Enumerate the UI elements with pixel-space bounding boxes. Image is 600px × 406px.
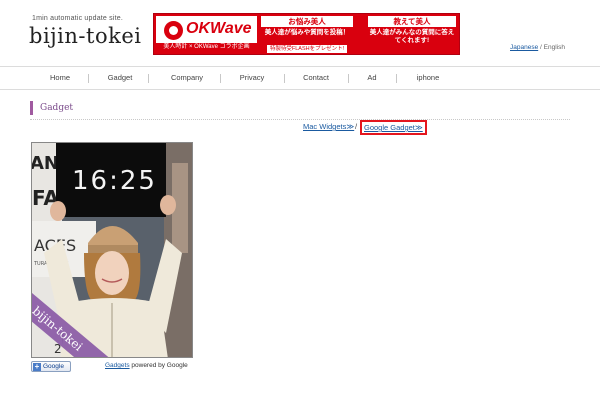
clock-time: 16:25 xyxy=(72,166,157,196)
nav-divider xyxy=(148,74,149,83)
nav-iphone[interactable]: iphone xyxy=(406,67,450,89)
add-to-google-label: Google xyxy=(43,363,64,370)
nav-divider xyxy=(348,74,349,83)
nav-divider xyxy=(88,74,89,83)
plus-icon: + xyxy=(33,362,41,371)
gadgets-link[interactable]: Gadgets xyxy=(105,362,130,369)
language-switch: Japanese / English xyxy=(510,44,565,51)
banner-onayami-tag: 特製待受FLASHをプレゼント! xyxy=(266,45,348,53)
nav-divider xyxy=(220,74,221,83)
lang-separator: / xyxy=(540,44,542,51)
add-to-google-button[interactable]: + Google xyxy=(31,361,71,372)
nav-privacy[interactable]: Privacy xyxy=(230,67,274,89)
nav-divider xyxy=(396,74,397,83)
site-logo[interactable]: bijin-tokei xyxy=(29,24,141,48)
gadget-photo-illustration: ANN FA ACES TURAL STORY 2F 16:25 bijin-t… xyxy=(32,143,192,357)
banner-oshiete[interactable]: 教えて美人 美人達がみんなの質問に答えてくれます! xyxy=(368,16,456,52)
nav-contact[interactable]: Contact xyxy=(294,67,338,89)
banner-oshiete-body: 美人達がみんなの質問に答えてくれます! xyxy=(369,29,455,44)
lang-english[interactable]: English xyxy=(544,44,565,51)
main-nav: Home Gadget Company Privacy Contact Ad i… xyxy=(0,66,600,90)
gadget-footer: + Google Gadgets powered by Google xyxy=(31,361,193,373)
nav-ad[interactable]: Ad xyxy=(360,67,384,89)
gadget-preview-image[interactable]: ANN FA ACES TURAL STORY 2F 16:25 bijin-t… xyxy=(31,142,193,358)
banner-onayami-body: 美人達が悩みや質問を投稿！ xyxy=(264,29,350,36)
okwave-brand: OKWave xyxy=(186,20,252,37)
nav-home[interactable]: Home xyxy=(38,67,82,89)
section-divider xyxy=(30,119,570,120)
okwave-logo[interactable]: OKWave 美人時計 × OKWave コラボ企画 xyxy=(156,16,257,52)
gadget-links-separator: / xyxy=(355,122,358,131)
nav-gadget[interactable]: Gadget xyxy=(98,67,142,89)
lang-japanese-link[interactable]: Japanese xyxy=(510,44,538,51)
section-title: Gadget xyxy=(30,101,73,115)
site-header: 1min automatic update site. bijin-tokei … xyxy=(0,0,600,66)
nav-company[interactable]: Company xyxy=(164,67,210,89)
site-tagline: 1min automatic update site. xyxy=(32,15,124,22)
banner-oshiete-head: 教えて美人 xyxy=(368,16,456,27)
okwave-mark-icon xyxy=(164,21,183,40)
powered-by: Gadgets powered by Google xyxy=(105,362,188,369)
banner-onayami[interactable]: お悩み美人 美人達が悩みや質問を投稿！ 特製待受FLASHをプレゼント! xyxy=(261,16,353,53)
okwave-brand-sub: 美人時計 × OKWave コラボ企画 xyxy=(156,43,257,52)
nav-divider xyxy=(284,74,285,83)
powered-by-text: powered by Google xyxy=(131,362,188,369)
banner-onayami-head: お悩み美人 xyxy=(261,16,353,27)
google-gadget-link[interactable]: Google Gadget≫ xyxy=(360,120,427,135)
okwave-banner[interactable]: OKWave 美人時計 × OKWave コラボ企画 お悩み美人 美人達が悩みや… xyxy=(153,13,460,55)
mac-widgets-link[interactable]: Mac Widgets≫ xyxy=(303,122,354,131)
